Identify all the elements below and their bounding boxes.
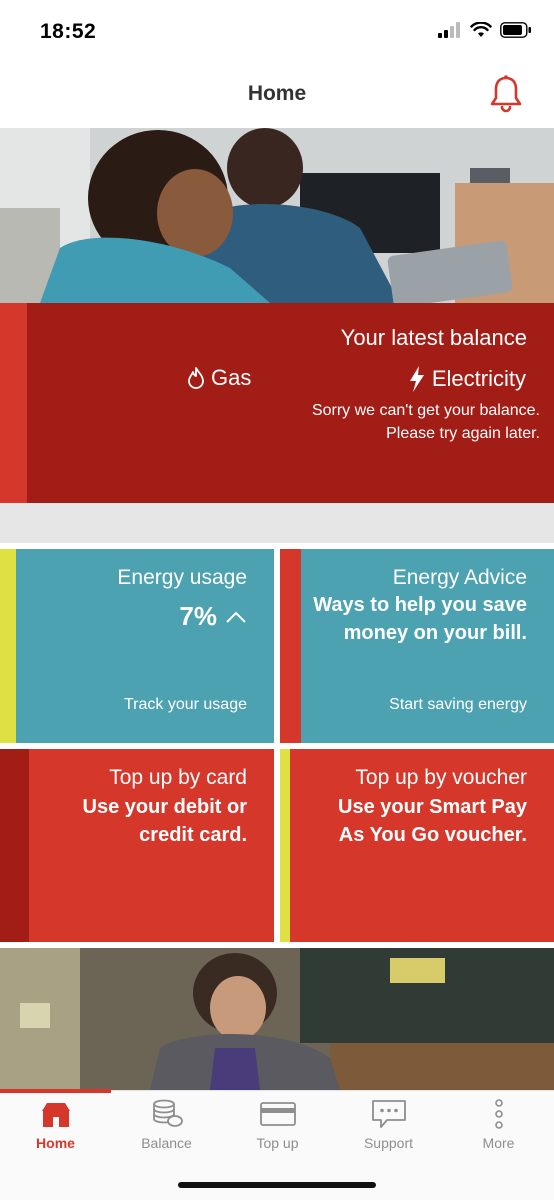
promo-image [0, 948, 554, 1090]
balance-accent-strip [0, 303, 27, 503]
tab-more[interactable]: More [443, 1099, 554, 1165]
tab-top-up[interactable]: Top up [222, 1099, 333, 1165]
balance-card[interactable]: Your latest balance Gas Electricity Sorr… [0, 303, 554, 503]
tab-support-label: Support [363, 1135, 414, 1151]
tab-home-label: Home [36, 1135, 75, 1151]
top-up-card-subtitle-line-2: credit card. [139, 824, 247, 846]
tab-balance-label: Balance [141, 1135, 192, 1151]
page-title: Home [247, 82, 307, 105]
tile-accent-strip [280, 549, 301, 743]
track-usage-link[interactable]: Track your usage [124, 696, 247, 714]
signal-icon [438, 22, 460, 38]
flame-icon [188, 367, 204, 389]
usage-percent: 7% [179, 601, 217, 631]
divider-band [0, 503, 554, 543]
coins-icon [152, 1099, 183, 1127]
lightning-icon [409, 366, 424, 392]
status-icons [438, 22, 532, 38]
energy-advice-subtitle-line-1: Ways to help you save [313, 594, 527, 616]
top-up-card-subtitle: Use your debit or credit card. [83, 793, 247, 849]
balance-error-line-1: Sorry we can't get your balance. [311, 402, 540, 419]
active-tab-indicator [0, 1089, 111, 1093]
chat-icon [371, 1100, 406, 1128]
top-up-voucher-subtitle: Use your Smart Pay As You Go voucher. [338, 793, 527, 849]
tile-accent-strip [0, 549, 16, 743]
balance-error-message: Sorry we can't get your balance. Please … [312, 399, 540, 445]
energy-usage-tile[interactable]: Energy usage 7% Track your usage [0, 549, 274, 743]
tab-home[interactable]: Home [0, 1099, 111, 1165]
home-indicator [178, 1182, 376, 1188]
top-up-voucher-subtitle-line-1: Use your Smart Pay [338, 796, 527, 818]
home-icon [41, 1103, 70, 1127]
tab-more-label: More [482, 1135, 515, 1151]
energy-advice-subtitle: Ways to help you save money on your bill… [313, 591, 527, 647]
tab-top-up-label: Top up [256, 1135, 299, 1151]
top-up-card-tile[interactable]: Top up by card Use your debit or credit … [0, 749, 274, 942]
start-saving-link[interactable]: Start saving energy [389, 696, 527, 714]
top-up-card-title: Top up by card [109, 766, 247, 789]
top-up-voucher-tile[interactable]: Top up by voucher Use your Smart Pay As … [280, 749, 554, 942]
energy-usage-value: 7% [179, 601, 247, 632]
wifi-icon [470, 22, 492, 37]
hero-image [0, 128, 554, 303]
gas-label: Gas [211, 365, 252, 390]
electricity-balance: Electricity [408, 365, 526, 393]
tab-balance[interactable]: Balance [111, 1099, 222, 1165]
balance-title: Your latest balance [340, 325, 527, 350]
more-icon [494, 1099, 503, 1129]
app-header: Home [0, 64, 554, 128]
balance-error-line-2: Please try again later. [386, 425, 540, 442]
bell-icon[interactable] [488, 74, 524, 114]
energy-advice-title: Energy Advice [392, 566, 527, 589]
tile-accent-strip [0, 749, 29, 942]
tab-support[interactable]: Support [333, 1099, 444, 1165]
status-bar: 18:52 [0, 0, 554, 64]
top-up-card-subtitle-line-1: Use your debit or [82, 796, 247, 818]
energy-usage-title: Energy usage [117, 566, 247, 589]
chevron-up-icon [226, 611, 246, 623]
top-up-voucher-subtitle-line-2: As You Go voucher. [338, 824, 527, 846]
electricity-label: Electricity [431, 366, 526, 391]
energy-advice-subtitle-line-2: money on your bill. [343, 622, 527, 644]
status-time: 18:52 [40, 20, 97, 43]
energy-advice-tile[interactable]: Energy Advice Ways to help you save mone… [280, 549, 554, 743]
card-icon [259, 1102, 296, 1126]
battery-icon [500, 22, 531, 38]
top-up-voucher-title: Top up by voucher [355, 766, 527, 789]
tile-accent-strip [280, 749, 290, 942]
gas-balance: Gas [187, 365, 251, 391]
